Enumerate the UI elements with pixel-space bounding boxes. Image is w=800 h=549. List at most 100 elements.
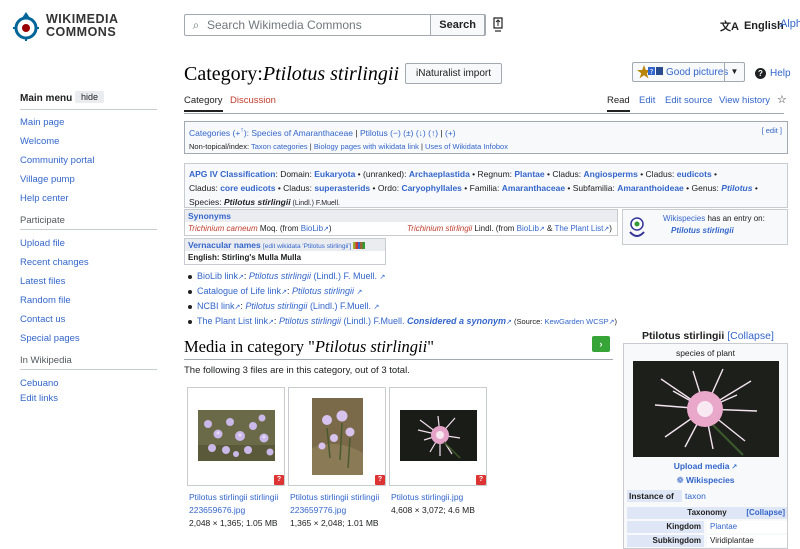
help-link[interactable]: ? Help — [755, 68, 791, 79]
sidebar-item-upload-file[interactable]: Upload file — [20, 238, 65, 249]
sidebar-item-recent-changes[interactable]: Recent changes — [20, 257, 89, 268]
sidebar-item-contact-us[interactable]: Contact us — [20, 314, 65, 325]
hidden-category-biology-wikidata[interactable]: Biology pages with wikidata link — [314, 142, 419, 151]
file-meta: 4,608 × 3,072; 4.6 MB — [391, 505, 475, 515]
catlinks-edit-link[interactable]: [ edit ] — [762, 126, 782, 135]
category-ptilotus[interactable]: Ptilotus — [360, 128, 388, 138]
file-thumbnail-image[interactable] — [312, 398, 363, 475]
sidebar-item-latest-files[interactable]: Latest files — [20, 276, 65, 287]
upload-wizard-icon[interactable] — [492, 16, 504, 34]
synonym-source-plant-list[interactable]: The Plant List — [554, 224, 603, 233]
tab-category[interactable]: Category — [184, 95, 223, 112]
sidebar-item-village-pump[interactable]: Village pump — [20, 174, 75, 185]
tab-discussion[interactable]: Discussion — [230, 95, 276, 106]
sidebar-item-special-pages[interactable]: Special pages — [20, 333, 80, 344]
category-ptilotus-controls[interactable]: (−) (±) (↓) (↑) — [388, 128, 438, 138]
search-icon: ⌕ — [192, 17, 200, 32]
tab-edit-source[interactable]: Edit source — [665, 95, 713, 106]
synonym-source-biolib[interactable]: BioLib — [301, 224, 323, 233]
chevron-down-icon[interactable]: ▼ — [724, 63, 744, 81]
wikispecies-entry-link[interactable]: Ptilotus stirlingii — [671, 226, 734, 235]
sidebar-item-edit-links[interactable]: Edit links — [20, 393, 58, 404]
taxon-eukaryota[interactable]: Eukaryota — [314, 169, 355, 179]
ncbi-link[interactable]: NCBI link — [197, 301, 235, 311]
infobox-wikispecies-link[interactable]: Wikispecies — [686, 475, 735, 485]
col-taxon-link[interactable]: Ptilotus stirlingii — [292, 286, 354, 296]
considered-synonym-link[interactable]: Considered a synonym — [407, 316, 506, 326]
hidden-categories-label: Non-topical/index: — [189, 141, 251, 151]
file-thumbnail-image[interactable] — [400, 410, 477, 461]
main-menu-hide-button[interactable]: hide — [75, 91, 105, 103]
sidebar-item-welcome[interactable]: Welcome — [20, 136, 59, 147]
ncbi-taxon-link[interactable]: Ptilotus stirlingii — [245, 301, 307, 311]
tab-view-history[interactable]: View history — [719, 95, 770, 106]
kingdom-value[interactable]: Plantae — [707, 521, 787, 533]
taxon-superasterids[interactable]: superasterids — [314, 183, 370, 193]
taxon-amaranthoideae[interactable]: Amaranthoideae — [617, 183, 684, 193]
hidden-category-taxon[interactable]: Taxon categories — [251, 142, 308, 151]
plant-list-link[interactable]: The Plant List link — [197, 316, 268, 326]
help-label: Help — [770, 68, 791, 79]
vernacular-name-english: English: Stirling's Mulla Mulla — [188, 253, 302, 262]
wikispecies-small-icon: ❁ — [676, 475, 686, 485]
taxon-amaranthaceae[interactable]: Amaranthaceae — [502, 183, 565, 193]
biolib-link[interactable]: BioLib link — [197, 271, 238, 281]
apg-classification-link[interactable]: APG IV Classification — [189, 169, 275, 179]
file-thumbnail-image[interactable] — [198, 410, 275, 461]
good-pictures-label: Good pictures — [666, 66, 729, 78]
subkingdom-label: Subkingdom — [627, 535, 704, 547]
sidebar-item-random-file[interactable]: Random file — [20, 295, 71, 306]
tab-edit[interactable]: Edit — [639, 95, 655, 106]
watch-star-icon[interactable]: ☆ — [777, 93, 787, 106]
plant-list-taxon-link[interactable]: Ptilotus stirlingii — [279, 316, 341, 326]
file-meta: 2,048 × 1,365; 1.05 MB — [189, 518, 278, 528]
tab-read[interactable]: Read — [607, 95, 630, 112]
edit-wikidata-link[interactable]: [edit wikidata 'Ptilotus stirlingii'] — [263, 243, 351, 250]
sidebar-item-help-center[interactable]: Help center — [20, 193, 69, 204]
taxon-caryophyllales[interactable]: Caryophyllales — [401, 183, 461, 193]
categories-link[interactable]: Categories — [189, 128, 230, 138]
hidden-category-wikidata-infobox[interactable]: Uses of Wikidata Infobox — [425, 142, 508, 151]
gallery-thumbnail[interactable]: ? — [288, 387, 386, 486]
sidebar-item-community-portal[interactable]: Community portal — [20, 155, 94, 166]
infobox-image[interactable] — [633, 361, 779, 457]
alph-link[interactable]: Alph — [780, 18, 800, 30]
taxon-plantae[interactable]: Plantae — [514, 169, 544, 179]
add-category-link[interactable]: (+↑): — [232, 126, 251, 138]
gallery-thumbnail[interactable]: ? — [187, 387, 285, 486]
good-pictures-icon: ? — [637, 65, 663, 79]
language-icon: 文A — [720, 21, 739, 33]
file-name-link[interactable]: Ptilotus stirlingii stirlingii 223659676… — [189, 491, 289, 517]
inaturalist-import-button[interactable]: iNaturalist import — [405, 63, 503, 84]
media-section-heading: Media in category "Ptilotus stirlingii" — [184, 337, 434, 356]
file-name-link[interactable]: Ptilotus stirlingii.jpg — [391, 491, 491, 504]
synonym-trichinium-stirlingii[interactable]: Trichinium stirlingii — [407, 224, 472, 233]
wikimedia-commons-logo[interactable]: WIKIMEDIA COMMONS — [12, 8, 132, 44]
infobox-collapse-link[interactable]: [Collapse] — [727, 330, 774, 342]
next-arrow-icon[interactable]: › — [592, 336, 610, 352]
synonym-trichinium-carneum[interactable]: Trichinium carneum — [188, 224, 258, 233]
add-category-button[interactable]: (+) — [445, 128, 456, 138]
catalogue-of-life-link[interactable]: Catalogue of Life link — [197, 286, 281, 296]
upload-media-link[interactable]: Upload media — [674, 461, 730, 471]
category-species-of-amaranthaceae[interactable]: Species of Amaranthaceae — [251, 128, 353, 138]
biolib-taxon-link[interactable]: Ptilotus stirlingii — [249, 271, 311, 281]
taxon-eudicots[interactable]: eudicots — [677, 169, 712, 179]
wikispecies-link[interactable]: Wikispecies — [663, 214, 705, 223]
taxonomy-collapse-link[interactable]: [Collapse] — [743, 507, 785, 519]
taxon-archaeplastida[interactable]: Archaeplastida — [409, 169, 470, 179]
language-button[interactable]: 文A English — [720, 18, 784, 34]
sidebar-item-cebuano[interactable]: Cebuano — [20, 378, 59, 389]
taxon-angiosperms[interactable]: Angiosperms — [584, 169, 638, 179]
instance-of-value[interactable]: taxon — [685, 490, 706, 502]
sidebar-item-main-page[interactable]: Main page — [20, 117, 64, 128]
gallery-thumbnail[interactable]: ? — [389, 387, 487, 486]
good-pictures-dropdown[interactable]: ? Good pictures ▼ — [632, 62, 745, 82]
taxon-ptilotus[interactable]: Ptilotus — [721, 183, 752, 193]
search-button[interactable]: Search — [430, 14, 485, 36]
file-name-link[interactable]: Ptilotus stirlingii stirlingii 223659776… — [290, 491, 390, 517]
external-link-icon: ↗ — [373, 304, 380, 311]
synonym-source-biolib-2[interactable]: BioLib — [517, 224, 539, 233]
taxon-core-eudicots[interactable]: core eudicots — [220, 183, 275, 193]
kewgarden-link[interactable]: KewGarden WCSP — [544, 317, 608, 326]
